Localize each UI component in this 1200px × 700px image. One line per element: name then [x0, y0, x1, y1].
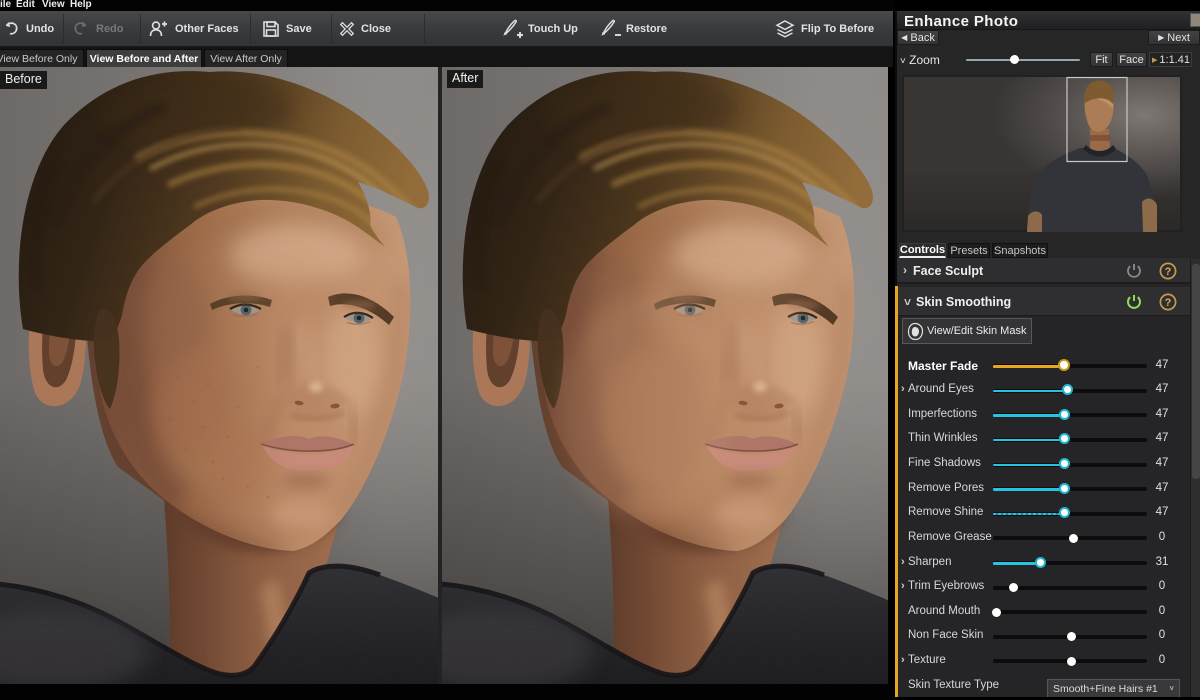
- svg-text:?: ?: [1165, 297, 1172, 309]
- svg-text:?: ?: [1165, 266, 1172, 278]
